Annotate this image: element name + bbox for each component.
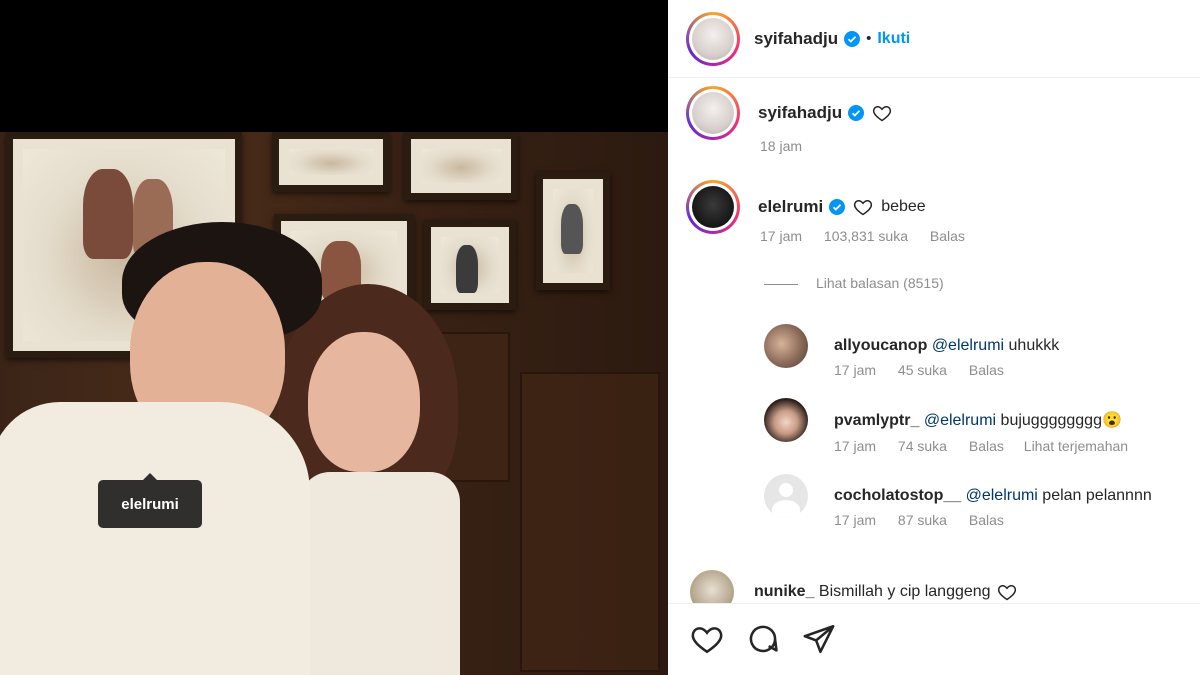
replies-divider xyxy=(764,283,798,285)
follow-button[interactable]: Ikuti xyxy=(877,30,910,48)
reply-text: uhukkk xyxy=(1004,337,1060,354)
heart-icon[interactable] xyxy=(872,103,892,123)
post-actions xyxy=(668,603,1200,675)
man-figure xyxy=(0,222,322,675)
post-media: elelrumi xyxy=(0,0,668,675)
comment-text: Bismillah y cip langgeng xyxy=(818,583,991,600)
like-heart-icon[interactable] xyxy=(690,622,724,656)
caption-row: syifahadju xyxy=(686,86,892,140)
reply-likes[interactable]: 87 suka xyxy=(898,512,947,528)
view-replies-label[interactable]: Lihat balasan (8515) xyxy=(816,275,944,291)
wall-art-frame xyxy=(404,132,518,200)
reply-username[interactable]: pvamlyptr_ xyxy=(834,412,919,429)
comment-meta: 17 jam 103,831 suka Balas xyxy=(760,228,983,244)
comment-row: elelrumi bebee xyxy=(686,180,926,234)
comment-icon[interactable] xyxy=(746,622,780,656)
reply-text: bujugggggggg xyxy=(996,412,1102,429)
verified-icon xyxy=(829,199,846,215)
separator-dot: • xyxy=(866,30,872,47)
share-icon[interactable] xyxy=(802,622,836,656)
commenter-username[interactable]: elelrumi xyxy=(758,197,823,217)
reply-username[interactable]: cocholatostop__ xyxy=(834,487,961,504)
heart-icon[interactable] xyxy=(997,582,1017,602)
caption-meta: 18 jam xyxy=(760,138,820,154)
view-replies[interactable]: Lihat balasan (8515) xyxy=(764,275,962,291)
reply-button[interactable]: Balas xyxy=(969,438,1004,454)
commenter-username[interactable]: nunike_ xyxy=(754,583,814,600)
reply-mention[interactable]: @elelrumi xyxy=(966,487,1038,504)
reply-time: 17 jam xyxy=(834,438,877,454)
post-panel: syifahadju • Ikuti syifahadju 18 jam ele… xyxy=(668,0,1200,675)
reply-username[interactable]: allyoucanop xyxy=(834,337,927,354)
comment-text: bebee xyxy=(881,198,926,215)
verified-icon xyxy=(844,30,861,47)
reply-likes[interactable]: 45 suka xyxy=(898,362,947,378)
translate-button[interactable]: Lihat terjemahan xyxy=(1024,438,1128,454)
photo-user-tag-label: elelrumi xyxy=(121,495,179,513)
caption-author-avatar[interactable] xyxy=(686,86,740,140)
heart-icon[interactable] xyxy=(853,197,873,217)
author-username[interactable]: syifahadju xyxy=(754,29,838,49)
caption-time: 18 jam xyxy=(760,138,803,154)
post-photo[interactable]: elelrumi xyxy=(0,132,668,675)
reply-time: 17 jam xyxy=(834,362,877,378)
caption-author-username[interactable]: syifahadju xyxy=(758,103,842,123)
comment-time: 17 jam xyxy=(760,228,803,244)
reply-mention[interactable]: @elelrumi xyxy=(924,412,996,429)
reply-likes[interactable]: 74 suka xyxy=(898,438,947,454)
reply-meta: 17 jam 74 suka Balas Lihat terjemahan xyxy=(834,438,1146,454)
author-avatar[interactable] xyxy=(686,11,740,66)
reply-meta: 17 jam 87 suka Balas xyxy=(834,512,1022,528)
reply-button[interactable]: Balas xyxy=(969,512,1004,528)
default-avatar-icon[interactable] xyxy=(764,474,808,518)
reply-meta: 17 jam 45 suka Balas xyxy=(834,362,1022,378)
reply-button[interactable]: Balas xyxy=(969,362,1004,378)
reply-button[interactable]: Balas xyxy=(930,228,965,244)
reply-time: 17 jam xyxy=(834,512,877,528)
photo-user-tag[interactable]: elelrumi xyxy=(98,473,202,528)
reply-row: pvamlyptr_ @elelrumi bujugggggggg😮 xyxy=(764,398,1122,442)
reply-text: pelan pelannnn xyxy=(1037,487,1152,504)
post-header: syifahadju • Ikuti xyxy=(668,0,1200,78)
wall-art-frame xyxy=(536,172,610,290)
reply-avatar[interactable] xyxy=(764,324,808,368)
reply-mention[interactable]: @elelrumi xyxy=(932,337,1004,354)
surprised-emoji: 😮 xyxy=(1101,412,1122,429)
comment-likes[interactable]: 103,831 suka xyxy=(824,228,908,244)
wall-art-frame xyxy=(272,132,390,192)
verified-icon xyxy=(848,105,865,121)
commenter-avatar[interactable] xyxy=(686,180,740,234)
reply-avatar[interactable] xyxy=(764,398,808,442)
